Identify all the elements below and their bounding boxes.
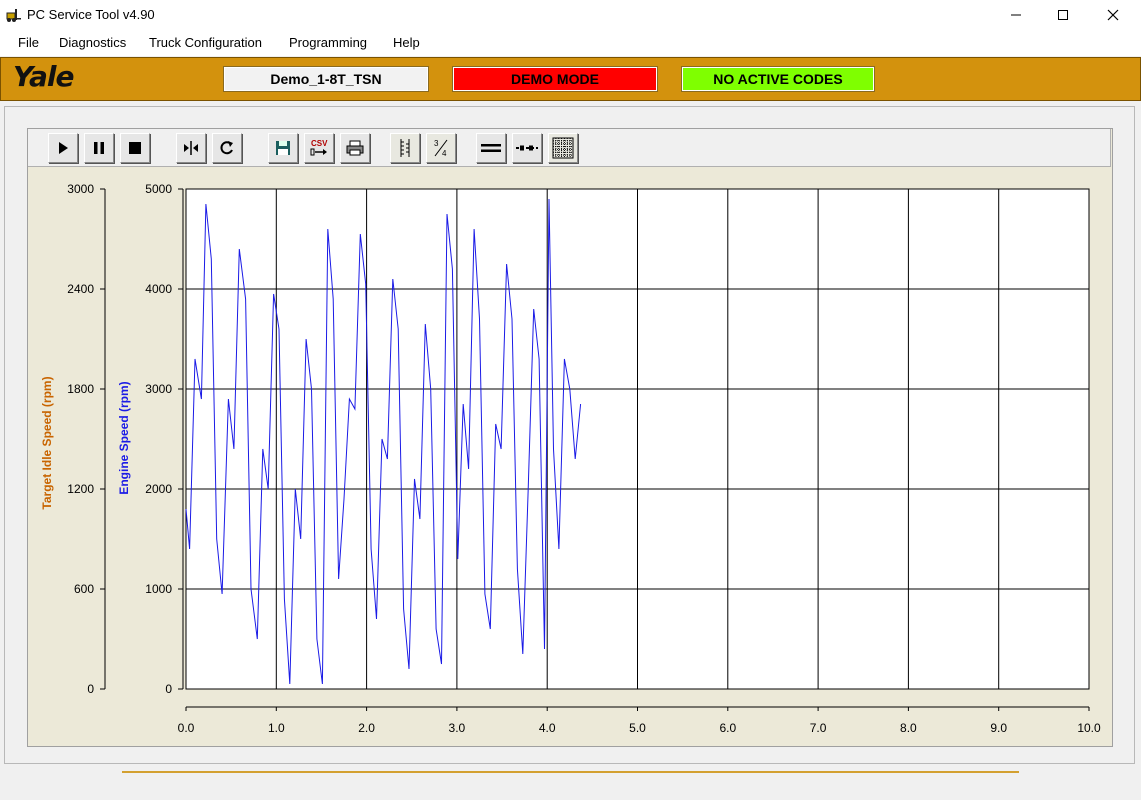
print-button[interactable] [340,133,370,163]
menu-diagnostics[interactable]: Diagnostics [59,35,126,50]
maximize-icon [1058,10,1068,20]
vertical-scale-icon [400,139,410,157]
csv-export-icon: CSV [310,139,328,156]
refresh-icon [220,141,233,155]
maximize-button[interactable] [1040,0,1086,30]
save-icon [276,141,290,155]
truck-name-box: Demo_1-8T_TSN [223,66,429,92]
svg-text:4: 4 [442,149,447,158]
demo-mode-badge: DEMO MODE [452,66,658,92]
yale-logo: Yale [13,60,74,93]
status-bar [0,770,1141,800]
svg-text:3: 3 [434,139,439,148]
play-button[interactable] [48,133,78,163]
fraction-scale-icon: 34 [434,139,448,158]
stop-icon [129,142,141,154]
csv-export-button[interactable]: CSV [304,133,334,163]
menu-programming[interactable]: Programming [289,35,367,50]
pause-button[interactable] [84,133,114,163]
grid-icon [552,137,574,159]
menu-help[interactable]: Help [393,35,420,50]
solid-line-icon [481,144,501,152]
stop-button[interactable] [120,133,150,163]
plot-toolbar: CSV 34 [28,129,1111,167]
vertical-scale-button[interactable] [390,133,420,163]
split-button[interactable] [176,133,206,163]
menu-bar: File Diagnostics Truck Configuration Pro… [0,30,1141,56]
menu-file[interactable]: File [18,35,39,50]
solid-line-button[interactable] [476,133,506,163]
plot-panel [27,128,1113,747]
progress-line [122,771,1019,773]
forklift-icon [6,9,21,22]
dotted-line-button[interactable] [512,133,542,163]
grid-button[interactable] [548,133,578,163]
svg-text:CSV: CSV [311,139,328,148]
minimize-button[interactable] [993,0,1039,30]
close-icon [1107,9,1119,21]
active-codes-badge: NO ACTIVE CODES [681,66,875,92]
menu-truck-configuration[interactable]: Truck Configuration [149,35,262,50]
window-title: PC Service Tool v4.90 [27,7,155,22]
refresh-button[interactable] [212,133,242,163]
close-button[interactable] [1090,0,1136,30]
title-bar: PC Service Tool v4.90 [0,0,1141,31]
status-banner: Yale Demo_1-8T_TSN DEMO MODE NO ACTIVE C… [0,57,1141,101]
pause-icon [94,142,104,154]
play-icon [59,142,68,154]
fraction-scale-button[interactable]: 34 [426,133,456,163]
print-icon [346,140,364,156]
dotted-line-icon [516,145,538,151]
save-button[interactable] [268,133,298,163]
split-icon [184,141,198,155]
minimize-icon [1011,14,1021,16]
